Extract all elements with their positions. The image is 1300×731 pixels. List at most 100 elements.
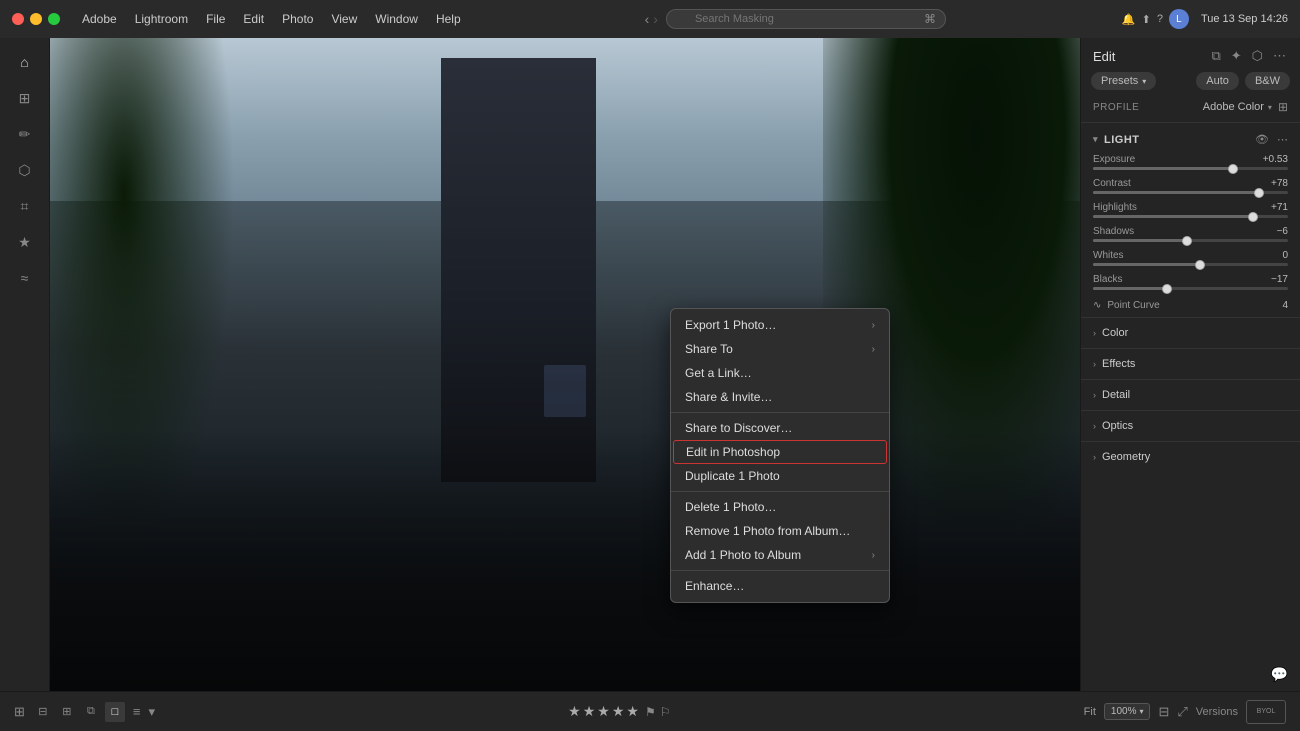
ctx-export[interactable]: Export 1 Photo… ›: [671, 313, 889, 337]
ctx-delete[interactable]: Delete 1 Photo…: [671, 495, 889, 519]
contrast-track[interactable]: [1093, 191, 1288, 194]
highlights-thumb[interactable]: [1248, 212, 1258, 222]
help-icon[interactable]: ?: [1157, 13, 1163, 25]
menu-file[interactable]: File: [198, 10, 233, 28]
ctx-share-to[interactable]: Share To ›: [671, 337, 889, 361]
ctx-share-invite[interactable]: Share & Invite…: [671, 385, 889, 409]
light-section-header[interactable]: ▾ Light 👁 ⋯: [1081, 125, 1300, 152]
view-grid-button[interactable]: ⊞: [57, 702, 77, 722]
ctx-discover[interactable]: Share to Discover…: [671, 416, 889, 440]
filmstrip-icon[interactable]: ⊟: [1158, 704, 1169, 720]
photo-area[interactable]: Export 1 Photo… › Share To › Get a Link……: [50, 38, 1080, 691]
sidebar-star-icon[interactable]: ★: [9, 226, 41, 258]
sort-chevron-icon[interactable]: ▾: [149, 704, 156, 720]
ctx-share-to-label: Share To: [685, 342, 733, 356]
notification-icon[interactable]: 🔔: [1122, 13, 1136, 26]
presets-chevron-icon: ▾: [1142, 77, 1146, 86]
star-2[interactable]: ★: [583, 703, 596, 720]
menu-window[interactable]: Window: [367, 10, 426, 28]
geometry-section[interactable]: › Geometry: [1081, 444, 1300, 470]
panel-header-icons: ⧉ ✦ ⬡ ⋯: [1209, 46, 1288, 66]
star-3[interactable]: ★: [597, 703, 610, 720]
back-icon[interactable]: ‹: [645, 11, 650, 27]
shadows-thumb[interactable]: [1182, 236, 1192, 246]
view-single-button[interactable]: □: [105, 702, 125, 722]
menu-edit[interactable]: Edit: [235, 10, 272, 28]
panel-sliders-icon[interactable]: ⧉: [1209, 46, 1222, 66]
view-list-button[interactable]: ⊟: [33, 702, 53, 722]
light-more-icon[interactable]: ⋯: [1277, 133, 1288, 146]
ctx-edit-photoshop[interactable]: Edit in Photoshop: [673, 440, 887, 464]
zoom-dropdown[interactable]: 100% ▾: [1104, 703, 1151, 720]
grid-small-icon[interactable]: ⊞: [14, 704, 25, 720]
ctx-get-link[interactable]: Get a Link…: [671, 361, 889, 385]
menu-photo[interactable]: Photo: [274, 10, 321, 28]
exposure-thumb[interactable]: [1228, 164, 1238, 174]
bw-button[interactable]: B&W: [1245, 72, 1290, 90]
view-compare-button[interactable]: ⧉: [81, 702, 101, 722]
panel-brush-icon[interactable]: ⬡: [1250, 46, 1265, 66]
sidebar-home-icon[interactable]: ⌂: [9, 46, 41, 78]
chat-icon[interactable]: 💬: [1271, 666, 1288, 683]
presets-button[interactable]: Presets ▾: [1091, 72, 1156, 90]
star-rating[interactable]: ★ ★ ★ ★ ★: [568, 703, 639, 720]
right-panel: Edit ⧉ ✦ ⬡ ⋯ Presets ▾ Auto B&W: [1080, 38, 1300, 691]
optics-section[interactable]: › Optics: [1081, 413, 1300, 439]
sidebar-crop-icon[interactable]: ⌗: [9, 190, 41, 222]
contrast-thumb[interactable]: [1254, 188, 1264, 198]
light-eye-icon[interactable]: 👁: [1255, 133, 1269, 146]
panel-more-icon[interactable]: ⋯: [1271, 46, 1288, 66]
ctx-enhance[interactable]: Enhance…: [671, 574, 889, 598]
whites-thumb[interactable]: [1195, 260, 1205, 270]
sort-icon[interactable]: ≡: [133, 704, 141, 719]
close-button[interactable]: [12, 13, 24, 25]
sidebar-adjust-icon[interactable]: ≈: [9, 262, 41, 294]
highlights-track[interactable]: [1093, 215, 1288, 218]
color-section[interactable]: › Color: [1081, 320, 1300, 346]
forward-icon[interactable]: ›: [653, 11, 658, 27]
shadows-fill: [1093, 239, 1187, 242]
flag-remove-icon[interactable]: ⚐: [660, 705, 671, 719]
menu-help[interactable]: Help: [428, 10, 469, 28]
maximize-button[interactable]: [48, 13, 60, 25]
detail-section[interactable]: › Detail: [1081, 382, 1300, 408]
profile-value[interactable]: Adobe Color ▾: [1203, 101, 1272, 113]
ctx-duplicate[interactable]: Duplicate 1 Photo: [671, 464, 889, 488]
star-1[interactable]: ★: [568, 703, 581, 720]
ctx-add-album[interactable]: Add 1 Photo to Album ›: [671, 543, 889, 567]
titlebar-right: 🔔 ⬆ ? L Tue 13 Sep 14:26: [1122, 9, 1288, 29]
search-input[interactable]: [666, 9, 946, 29]
blacks-thumb[interactable]: [1162, 284, 1172, 294]
geometry-chevron-icon: ›: [1093, 452, 1096, 462]
menu-view[interactable]: View: [323, 10, 365, 28]
exposure-track[interactable]: [1093, 167, 1288, 170]
effects-section[interactable]: › Effects: [1081, 351, 1300, 377]
profile-grid-icon[interactable]: ⊞: [1278, 100, 1288, 114]
flag-icon[interactable]: ⚑: [645, 705, 656, 719]
zoom-value: 100%: [1111, 706, 1137, 717]
menu-lightroom[interactable]: Lightroom: [127, 10, 196, 28]
star-5[interactable]: ★: [626, 703, 639, 720]
shadows-value: −6: [1277, 226, 1288, 237]
ctx-remove[interactable]: Remove 1 Photo from Album…: [671, 519, 889, 543]
account-icon[interactable]: L: [1169, 9, 1189, 29]
star-4[interactable]: ★: [612, 703, 625, 720]
sidebar-brush-icon[interactable]: ⬡: [9, 154, 41, 186]
whites-track[interactable]: [1093, 263, 1288, 266]
slider-exposure: Exposure +0.53: [1081, 152, 1300, 176]
expand-icon[interactable]: ⤢: [1177, 704, 1187, 720]
panel-title: Edit: [1093, 49, 1115, 64]
blacks-track[interactable]: [1093, 287, 1288, 290]
minimize-button[interactable]: [30, 13, 42, 25]
flag-icons: ⚑ ⚐: [645, 705, 671, 719]
divider-3: [1081, 348, 1300, 349]
sidebar-edit-icon[interactable]: ✏: [9, 118, 41, 150]
upload-icon[interactable]: ⬆: [1142, 13, 1151, 26]
filter-icon[interactable]: ⌘: [924, 12, 936, 26]
sidebar-grid-icon[interactable]: ⊞: [9, 82, 41, 114]
menu-adobe[interactable]: Adobe: [74, 10, 125, 28]
panel-magic-icon[interactable]: ✦: [1229, 46, 1244, 66]
shadows-track[interactable]: [1093, 239, 1288, 242]
highlights-label: Highlights: [1093, 202, 1137, 213]
auto-button[interactable]: Auto: [1196, 72, 1239, 90]
